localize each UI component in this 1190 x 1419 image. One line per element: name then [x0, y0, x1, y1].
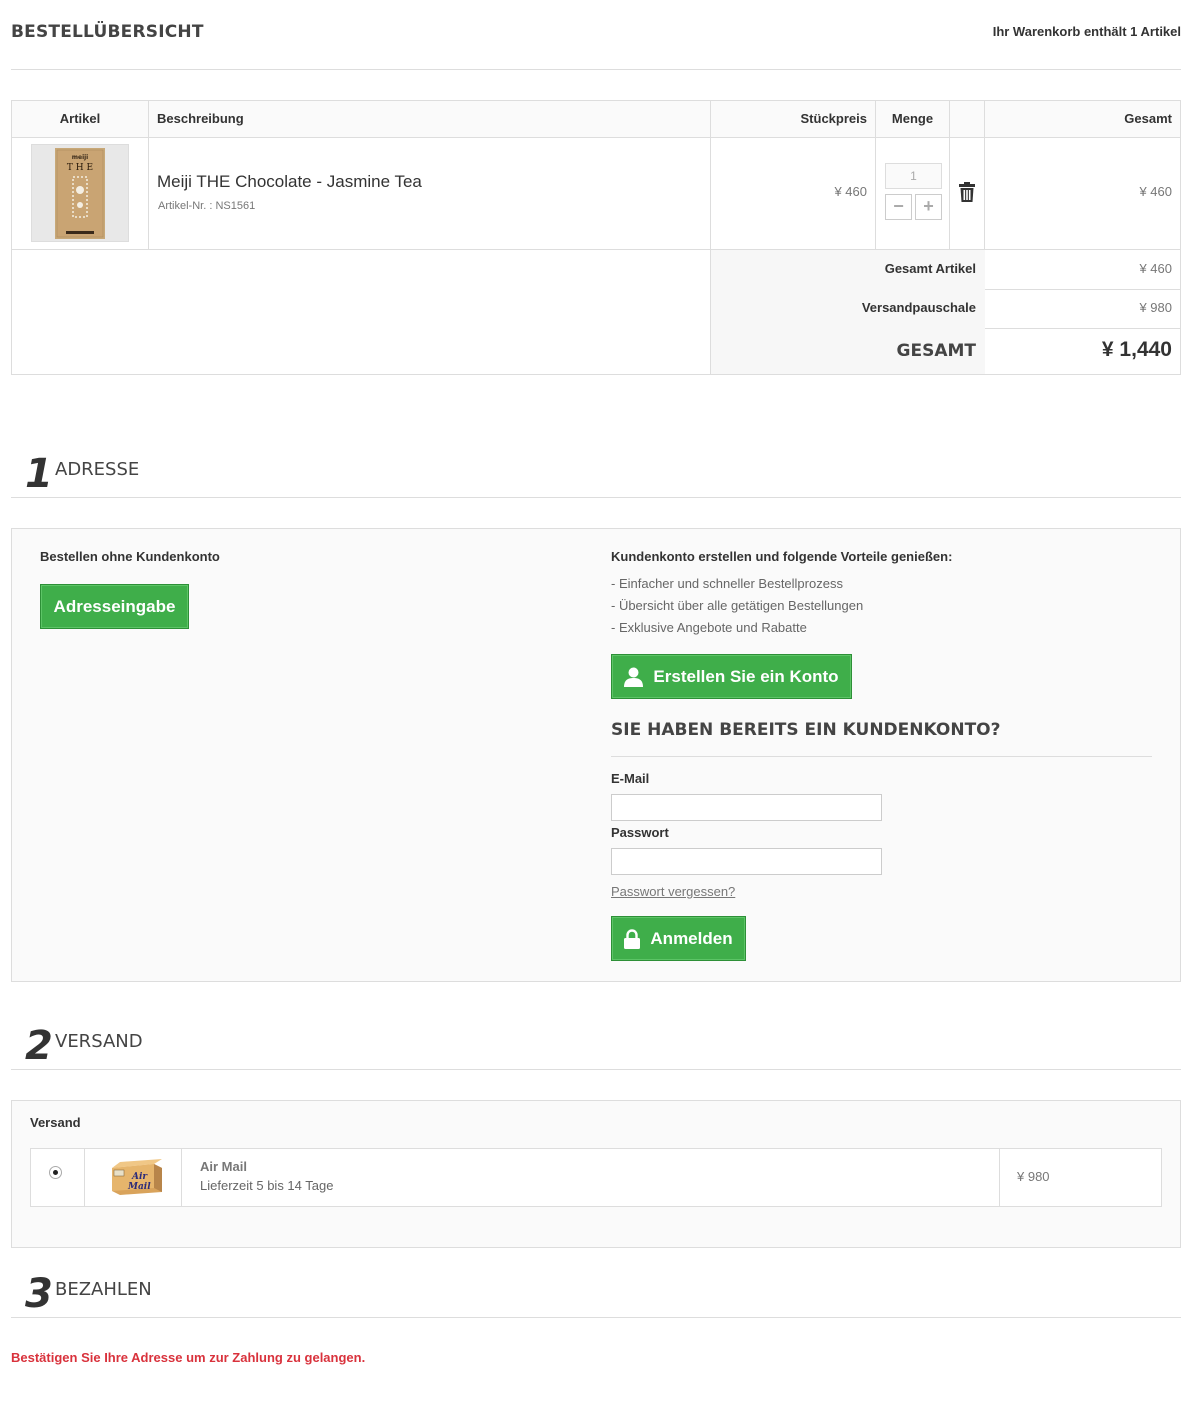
section-title: BEZAHLEN [55, 1279, 152, 1300]
product-image[interactable]: meiji T H E [31, 144, 129, 242]
benefit-item: - Übersicht über alle getätigen Bestellu… [611, 598, 864, 613]
shipping-radio[interactable] [49, 1166, 62, 1179]
shipping-option-price: ¥ 980 [1017, 1169, 1050, 1184]
airmail-box-text: Mail [127, 1182, 151, 1192]
quantity-decrease-button[interactable]: − [885, 194, 912, 220]
cart-item-count: Ihr Warenkorb enthält 1 Artikel [992, 24, 1181, 39]
summary-items-value: ¥ 460 [1139, 261, 1172, 276]
address-panel: Bestellen ohne Kundenkonto Adresseingabe… [11, 528, 1181, 982]
section-title: VERSAND [55, 1031, 143, 1052]
section-title: ADRESSE [55, 459, 140, 480]
email-field[interactable] [611, 794, 882, 821]
shipping-option-delivery-time: Lieferzeit 5 bis 14 Tage [200, 1178, 334, 1193]
email-label: E-Mail [611, 771, 650, 786]
cart-table: Artikel Beschreibung Stückpreis Menge Ge… [11, 100, 1181, 375]
create-account-button[interactable]: Erstellen Sie ein Konto [611, 654, 852, 699]
svg-text:meiji: meiji [72, 154, 89, 161]
address-entry-button[interactable]: Adresseingabe [40, 584, 189, 629]
benefit-item: - Exklusive Angebote und Rabatte [611, 620, 807, 635]
summary-shipping-label: Versandpauschale [861, 300, 976, 315]
shipping-option-row[interactable]: Air Mail Air Mail Lieferzeit 5 bis 14 Ta… [30, 1148, 1162, 1207]
product-name[interactable]: Meiji THE Chocolate - Jasmine Tea [157, 172, 422, 192]
user-icon [624, 667, 644, 687]
lock-icon [624, 928, 641, 949]
airmail-box-icon: Air Mail [110, 1158, 164, 1196]
section-number: 2 [25, 1023, 53, 1069]
shipping-label: Versand [30, 1115, 81, 1130]
page-title: BESTELLÜBERSICHT [11, 22, 204, 42]
benefits-title: Kundenkonto erstellen und folgende Vorte… [611, 549, 953, 564]
summary-grand-total-value: ¥ 1,440 [1101, 338, 1172, 361]
section-shipping-heading: 2 VERSAND [11, 1020, 1181, 1070]
payment-notice: Bestätigen Sie Ihre Adresse um zur Zahlu… [11, 1350, 366, 1365]
password-field[interactable] [611, 848, 882, 875]
column-header-description: Beschreibung [157, 111, 244, 126]
shipping-option-name: Air Mail [200, 1159, 247, 1174]
product-line-total: ¥ 460 [1139, 184, 1172, 199]
forgot-password-link[interactable]: Passwort vergessen? [611, 884, 735, 899]
login-title: SIE HABEN BEREITS EIN KUNDENKONTO? [611, 720, 1001, 740]
login-button[interactable]: Anmelden [611, 916, 746, 961]
svg-text:T H E: T H E [67, 163, 93, 173]
login-button-label: Anmelden [650, 928, 733, 948]
section-payment-heading: 3 BEZAHLEN [11, 1268, 1181, 1318]
product-unit-price: ¥ 460 [834, 184, 867, 199]
trash-icon[interactable] [958, 182, 976, 202]
summary-grand-total-label: GESAMT [896, 341, 976, 361]
column-header-quantity: Menge [891, 111, 934, 126]
address-entry-button-label: Adresseingabe [53, 596, 176, 616]
quantity-increase-button[interactable]: + [915, 194, 942, 220]
column-header-total: Gesamt [1124, 111, 1172, 126]
column-header-article: Artikel [59, 111, 101, 126]
product-sku: Artikel-Nr. : NS1561 [158, 200, 256, 212]
summary-shipping-value: ¥ 980 [1139, 300, 1172, 315]
shipping-panel: Versand Air Mail Air Mail Lieferzeit 5 b… [11, 1100, 1181, 1248]
section-number: 3 [25, 1271, 53, 1317]
summary-items-label: Gesamt Artikel [884, 261, 976, 276]
create-account-button-label: Erstellen Sie ein Konto [653, 666, 839, 686]
airmail-box-text: Air [131, 1172, 148, 1182]
quantity-input[interactable]: 1 [885, 163, 942, 189]
section-address-heading: 1 ADRESSE [11, 448, 1181, 498]
password-label: Passwort [611, 825, 669, 840]
benefit-item: - Einfacher und schneller Bestellprozess [611, 576, 843, 591]
column-header-unit-price: Stückpreis [800, 111, 867, 126]
guest-order-label: Bestellen ohne Kundenkonto [40, 549, 220, 564]
order-overview-header: BESTELLÜBERSICHT Ihr Warenkorb enthält 1… [11, 0, 1181, 70]
section-number: 1 [25, 451, 53, 497]
